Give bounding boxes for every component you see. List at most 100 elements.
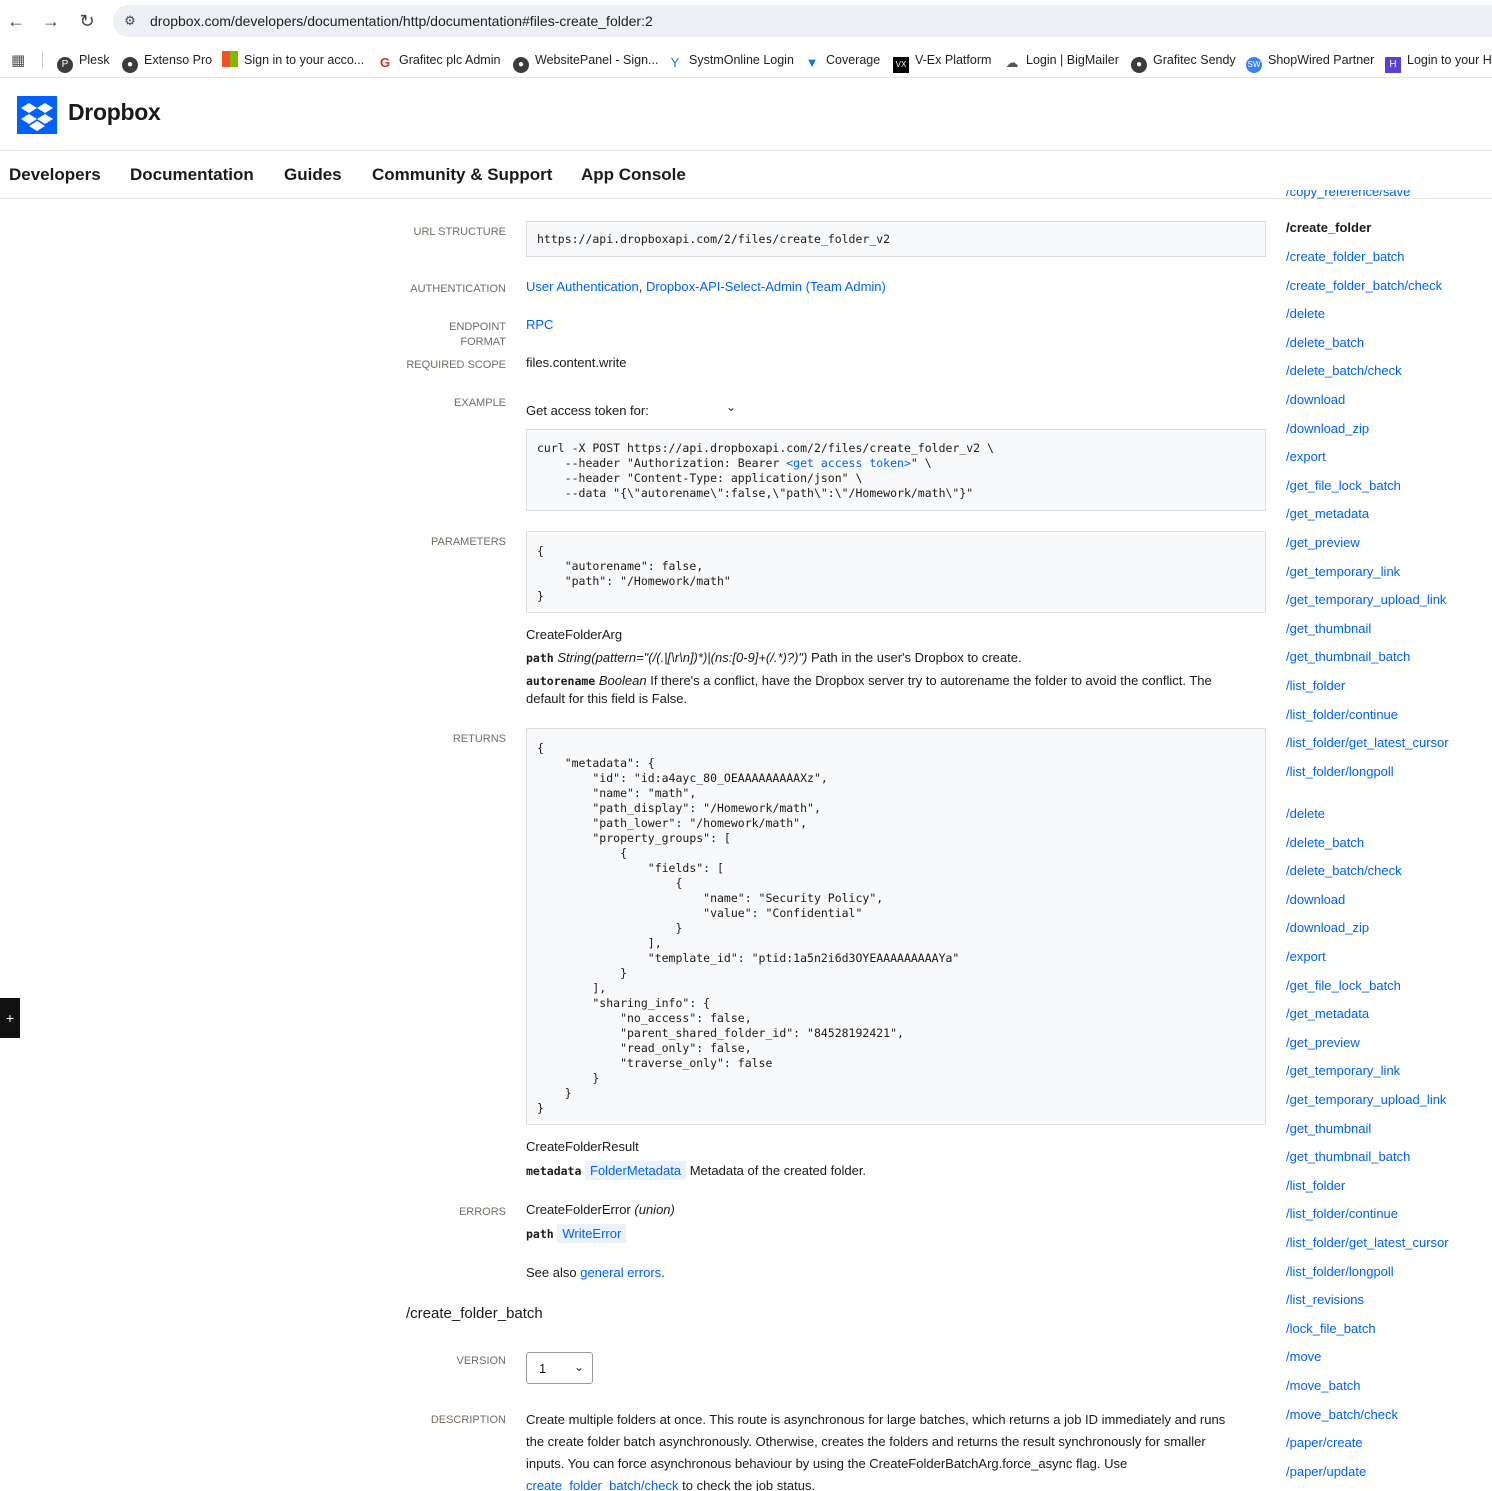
address-bar[interactable]: ⚙ dropbox.com/developers/documentation/h… — [113, 5, 1492, 37]
param-autorename-type: Boolean — [598, 673, 647, 688]
bookmark-extenso[interactable]: ● Extenso Pro — [122, 50, 212, 73]
rpc-link[interactable]: RPC — [526, 317, 553, 332]
site-settings-icon[interactable]: ⚙ — [121, 12, 139, 30]
sidebar-item[interactable]: /get_preview — [1286, 535, 1360, 550]
param-autorename-desc: If there's a conflict, have the Dropbox … — [650, 673, 1212, 688]
bookmark-websitepanel[interactable]: ● WebsitePanel - Sign... — [513, 50, 658, 73]
create-folder-batch-check-link[interactable]: create_folder_batch/check — [526, 1478, 678, 1491]
sidebar-item[interactable]: /get_file_lock_batch — [1286, 978, 1401, 993]
forward-arrow-icon[interactable]: → — [39, 9, 63, 33]
example-label: EXAMPLE — [454, 397, 506, 409]
sidebar-item[interactable]: /get_temporary_link — [1286, 564, 1400, 579]
brand-name[interactable]: Dropbox — [68, 99, 161, 126]
sidebar-item[interactable]: /list_folder/longpoll — [1286, 1264, 1394, 1279]
bookmark-vex[interactable]: VX V-Ex Platform — [893, 50, 991, 73]
sidebar-item[interactable]: /get_metadata — [1286, 506, 1369, 521]
write-error-link[interactable]: WriteError — [557, 1224, 627, 1243]
bookmark-microsoft[interactable]: Sign in to your acco... — [222, 50, 364, 70]
sidebar-item[interactable]: /download_zip — [1286, 421, 1369, 436]
bookmark-coverage[interactable]: ▼ Coverage — [804, 50, 880, 71]
endpoint-format-label: ENDPOINT FORMAT — [0, 320, 506, 350]
bookmarks-divider — [42, 51, 43, 69]
get-access-token-link[interactable]: <get access token> — [786, 456, 911, 470]
sidebar-item[interactable]: /list_folder/continue — [1286, 1206, 1398, 1221]
sidebar-item[interactable]: /delete_batch/check — [1286, 363, 1402, 378]
reload-icon[interactable]: ↻ — [75, 9, 99, 33]
sidebar-item[interactable]: /paper/update — [1286, 1464, 1366, 1479]
sidebar-item[interactable]: /export — [1286, 949, 1326, 964]
host-icon: H — [1385, 57, 1401, 73]
user-authentication-link[interactable]: User Authentication — [526, 279, 639, 294]
nav-guides[interactable]: Guides — [284, 165, 342, 185]
dropbox-logo-glyph — [21, 103, 53, 131]
sidebar-item[interactable]: /delete — [1286, 306, 1325, 321]
bookmark-shopwired[interactable]: SW ShopWired Partner — [1246, 50, 1374, 73]
bookmark-grafitec-sendy[interactable]: ● Grafitec Sendy — [1131, 50, 1236, 73]
sidebar-item[interactable]: /lock_file_batch — [1286, 1321, 1376, 1336]
sidebar-item[interactable]: /get_thumbnail — [1286, 621, 1371, 636]
nav-community-support[interactable]: Community & Support — [372, 165, 552, 185]
sidebar-item[interactable]: /list_folder/longpoll — [1286, 764, 1394, 779]
sidebar-item[interactable]: /list_folder/continue — [1286, 707, 1398, 722]
parameters-label: PARAMETERS — [431, 536, 506, 548]
sidebar-item[interactable]: /get_file_lock_batch — [1286, 478, 1401, 493]
bookmark-bigmailer[interactable]: ☁ Login | BigMailer — [1004, 50, 1119, 71]
nav-documentation[interactable]: Documentation — [130, 165, 254, 185]
sidebar-item[interactable]: /download_zip — [1286, 920, 1369, 935]
sidebar-item[interactable]: /get_metadata — [1286, 1006, 1369, 1021]
general-errors-link[interactable]: general errors — [580, 1265, 661, 1280]
sidebar-item[interactable]: /delete_batch/check — [1286, 863, 1402, 878]
sidebar-item[interactable]: /list_folder/get_latest_cursor — [1286, 1235, 1449, 1250]
team-admin-link[interactable]: Dropbox-API-Select-Admin (Team Admin) — [646, 279, 886, 294]
sidebar-item[interactable]: /export — [1286, 449, 1326, 464]
sidebar-item[interactable]: /get_thumbnail — [1286, 1121, 1371, 1136]
sidebar-item[interactable]: /delete — [1286, 806, 1325, 821]
globe-icon: ● — [122, 57, 138, 73]
sidebar-item[interactable]: /get_thumbnail_batch — [1286, 649, 1410, 664]
sidebar-item[interactable]: /delete_batch — [1286, 335, 1364, 350]
sidebar-item[interactable]: /list_folder — [1286, 678, 1345, 693]
bookmark-login-host[interactable]: H Login to your Ho — [1385, 50, 1492, 73]
sidebar-item-copy-reference-save[interactable]: /copy_reference/save — [1286, 190, 1410, 199]
version-select-value: 1 — [539, 1361, 547, 1376]
folder-metadata-link[interactable]: FolderMetadata — [585, 1161, 687, 1180]
microsoft-icon — [222, 51, 238, 67]
sidebar-item[interactable]: /list_folder/get_latest_cursor — [1286, 735, 1449, 750]
nav-app-console[interactable]: App Console — [581, 165, 686, 185]
google-icon: G — [377, 55, 393, 71]
sidebar-item[interactable]: /move — [1286, 1349, 1321, 1364]
bookmark-plesk[interactable]: P Plesk — [57, 50, 110, 73]
error-path: path WriteError — [526, 1224, 627, 1243]
sidebar-item[interactable]: /get_thumbnail_batch — [1286, 1149, 1410, 1164]
sidebar-item[interactable]: /get_temporary_upload_link — [1286, 592, 1446, 607]
sidebar-item[interactable]: /create_folder_batch/check — [1286, 278, 1442, 293]
sidebar-item[interactable]: /download — [1286, 392, 1345, 407]
bookmark-systmonline[interactable]: Y SystmOnline Login — [667, 50, 794, 71]
expand-plus-icon[interactable]: + — [0, 998, 20, 1038]
version-select[interactable]: 1 ⌄ — [526, 1352, 593, 1384]
sidebar-item[interactable]: /move_batch/check — [1286, 1407, 1398, 1422]
bookmark-grafitec-admin[interactable]: G Grafitec plc Admin — [377, 50, 500, 71]
sidebar-item[interactable]: /move_batch — [1286, 1378, 1360, 1393]
sidebar-item-create-folder[interactable]: /create_folder — [1286, 220, 1371, 235]
back-arrow-icon[interactable]: ← — [4, 9, 28, 33]
result-metadata-name: metadata — [526, 1164, 582, 1178]
access-token-dropdown-chevron-icon[interactable]: ⌄ — [726, 400, 736, 414]
sidebar-item[interactable]: /create_folder_batch — [1286, 249, 1405, 264]
sidebar-item[interactable]: /download — [1286, 892, 1345, 907]
sidebar-item[interactable]: /paper/create — [1286, 1435, 1363, 1450]
sidebar-item[interactable]: /list_folder — [1286, 1178, 1345, 1193]
address-url[interactable]: dropbox.com/developers/documentation/htt… — [150, 13, 653, 29]
sidebar-item[interactable]: /get_preview — [1286, 1035, 1360, 1050]
dropbox-logo-icon[interactable] — [17, 96, 57, 134]
sidebar-item[interactable]: /delete_batch — [1286, 835, 1364, 850]
sidebar-item[interactable]: /get_temporary_upload_link — [1286, 1092, 1446, 1107]
see-also: See also general errors. — [526, 1265, 665, 1280]
create-folder-batch-title: /create_folder_batch — [406, 1305, 543, 1322]
nav-developers[interactable]: Developers — [9, 165, 101, 185]
sidebar-item[interactable]: /list_revisions — [1286, 1292, 1364, 1307]
chevron-down-icon: ⌄ — [573, 1360, 584, 1374]
sidebar-item[interactable]: /get_temporary_link — [1286, 1063, 1400, 1078]
apps-grid-icon[interactable]: ▦ — [11, 51, 25, 69]
param-path-type: String(pattern="(/(.|[\r\n])*)|(ns:[0-9]… — [557, 650, 808, 665]
